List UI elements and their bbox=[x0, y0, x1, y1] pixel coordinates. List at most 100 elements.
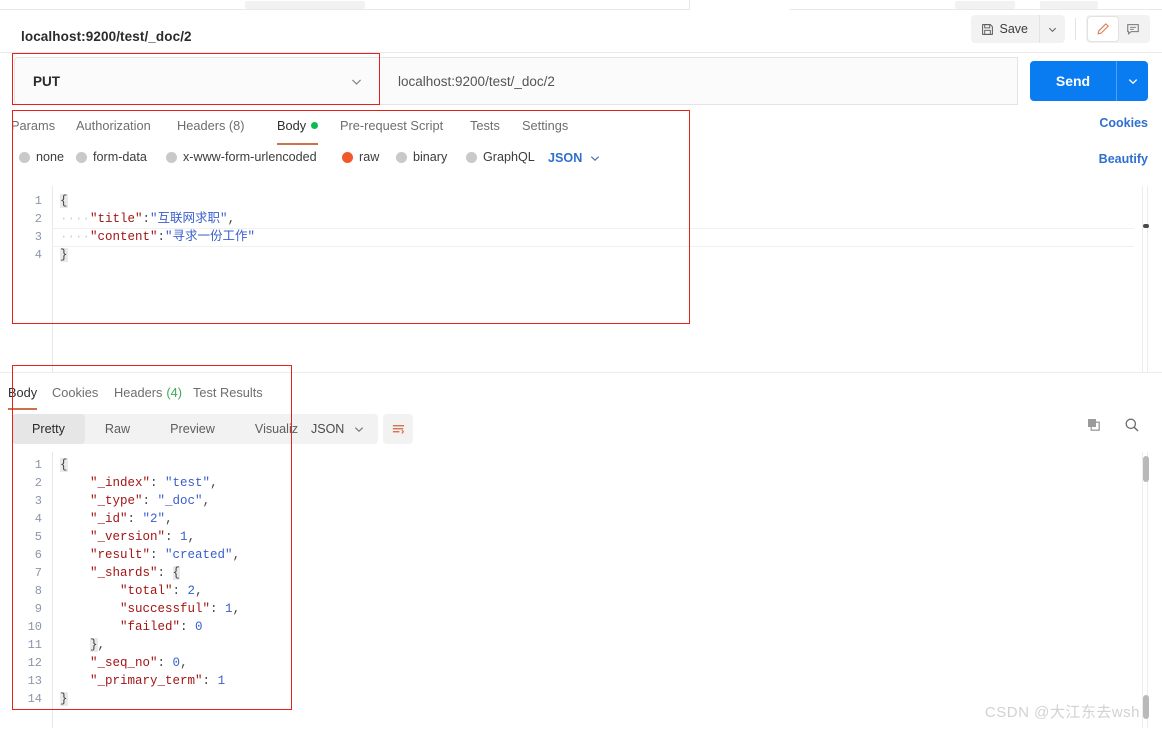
code-token: "result" bbox=[90, 548, 151, 562]
code-token: 1 bbox=[225, 602, 233, 616]
tab-params[interactable]: Params bbox=[11, 112, 55, 138]
chevron-down-icon bbox=[353, 423, 365, 435]
code-line[interactable]: "_primary_term": 1 bbox=[60, 672, 225, 690]
tab-body[interactable]: Body bbox=[277, 112, 319, 145]
code-line[interactable]: } bbox=[60, 690, 68, 708]
cookies-link[interactable]: Cookies bbox=[1099, 116, 1148, 130]
chevron-down-icon bbox=[589, 152, 601, 164]
code-token: "title" bbox=[90, 212, 143, 226]
line-number: 10 bbox=[27, 620, 42, 634]
body-type-raw[interactable]: raw bbox=[342, 150, 379, 164]
code-token: 0 bbox=[172, 656, 181, 670]
edit-mode-button[interactable] bbox=[1088, 17, 1118, 41]
response-tab-headers[interactable]: Headers (4) bbox=[114, 380, 182, 404]
body-format-dropdown[interactable]: JSON bbox=[548, 151, 601, 165]
line-number: 2 bbox=[34, 212, 42, 226]
line-number: 1 bbox=[34, 194, 42, 208]
code-token: 0 bbox=[195, 620, 203, 634]
tab-pre-request-script[interactable]: Pre-request Script bbox=[340, 112, 443, 138]
code-token: { bbox=[172, 566, 181, 580]
line-number: 4 bbox=[34, 248, 42, 262]
search-icon[interactable] bbox=[1124, 417, 1140, 433]
url-input[interactable]: localhost:9200/test/_doc/2 bbox=[379, 57, 1018, 105]
body-type-graphql[interactable]: GraphQL bbox=[466, 150, 535, 164]
code-token: } bbox=[90, 638, 98, 652]
tab-headers[interactable]: Headers (8) bbox=[177, 112, 245, 138]
response-view-preview[interactable]: Preview bbox=[150, 414, 235, 444]
tab-label: Headers bbox=[114, 384, 163, 400]
code-line[interactable]: "_shards": { bbox=[60, 564, 181, 582]
code-token: : bbox=[127, 512, 143, 526]
request-editor-scrollbar[interactable] bbox=[1142, 186, 1149, 372]
code-line[interactable]: "_seq_no": 0, bbox=[60, 654, 188, 672]
code-line[interactable]: } bbox=[60, 246, 68, 264]
code-line[interactable]: "result": "created", bbox=[60, 546, 240, 564]
code-line[interactable]: ····"title":"互联网求职", bbox=[60, 210, 235, 228]
code-line[interactable]: "_version": 1, bbox=[60, 528, 195, 546]
code-token: : bbox=[202, 674, 218, 688]
line-number: 8 bbox=[34, 584, 42, 598]
response-tab-body[interactable]: Body bbox=[8, 380, 38, 410]
code-line[interactable]: { bbox=[60, 192, 68, 210]
request-body-editor[interactable]: 1234 {····"title":"互联网求职", ····"content":… bbox=[0, 186, 1149, 372]
code-line[interactable]: }, bbox=[60, 636, 105, 654]
send-button[interactable]: Send bbox=[1030, 73, 1116, 89]
scrollbar-thumb-bottom[interactable] bbox=[1143, 695, 1149, 719]
send-options-button[interactable] bbox=[1116, 61, 1148, 101]
save-button[interactable]: Save bbox=[971, 15, 1040, 43]
body-type-urlencoded[interactable]: x-www-form-urlencoded bbox=[166, 150, 317, 164]
response-view-pretty[interactable]: Pretty bbox=[12, 414, 85, 444]
code-line[interactable]: { bbox=[60, 456, 68, 474]
code-line[interactable]: "_type": "_doc", bbox=[60, 492, 210, 510]
comment-button[interactable] bbox=[1118, 17, 1148, 41]
code-line[interactable]: "failed": 0 bbox=[60, 618, 203, 636]
beautify-link[interactable]: Beautify bbox=[1099, 152, 1148, 166]
tab-authorization[interactable]: Authorization bbox=[76, 112, 151, 138]
code-line[interactable]: "_index": "test", bbox=[60, 474, 218, 492]
body-type-form-data[interactable]: form-data bbox=[76, 150, 147, 164]
save-options-button[interactable] bbox=[1039, 15, 1065, 43]
radio-icon bbox=[466, 151, 477, 163]
response-editor-scrollbar[interactable] bbox=[1142, 452, 1149, 728]
response-tab-cookies[interactable]: Cookies bbox=[52, 380, 98, 404]
scrollbar-thumb[interactable] bbox=[1143, 224, 1149, 228]
code-line[interactable]: "_id": "2", bbox=[60, 510, 173, 528]
radio-icon bbox=[76, 151, 87, 163]
code-token: : bbox=[142, 212, 151, 226]
response-tab-test-results[interactable]: Test Results bbox=[193, 380, 263, 404]
postman-window: localhost:9200/test/_doc/2 Save PUT loca… bbox=[0, 0, 1162, 736]
tab-tests[interactable]: Tests bbox=[470, 112, 500, 138]
code-token: : bbox=[157, 230, 166, 244]
body-type-binary[interactable]: binary bbox=[396, 150, 447, 164]
body-modified-dot-icon bbox=[311, 121, 319, 129]
code-token: : bbox=[150, 548, 166, 562]
http-method-dropdown[interactable]: PUT bbox=[14, 57, 379, 105]
tab-settings[interactable]: Settings bbox=[522, 112, 568, 138]
code-token: , bbox=[232, 602, 241, 616]
response-code-area[interactable]: { "_index": "test", "_type": "_doc", "_i… bbox=[52, 452, 1148, 728]
response-format-dropdown[interactable]: JSON bbox=[298, 414, 379, 444]
word-wrap-button[interactable] bbox=[383, 414, 413, 444]
code-token: { bbox=[60, 458, 68, 472]
scrollbar-thumb-top[interactable] bbox=[1143, 456, 1149, 482]
tab-strip bbox=[0, 0, 1162, 10]
body-type-label: form-data bbox=[93, 150, 147, 164]
header-divider bbox=[1075, 18, 1076, 40]
request-code-area[interactable]: {····"title":"互联网求职", ····"content":"寻求一份… bbox=[52, 186, 1148, 372]
body-type-none[interactable]: none bbox=[19, 150, 64, 164]
body-type-label: GraphQL bbox=[483, 150, 535, 164]
response-view-switcher: Pretty Raw Preview Visualize bbox=[12, 414, 326, 444]
response-tab-bar: Body Cookies Headers(4) Test Results Sta… bbox=[0, 380, 1162, 410]
response-view-raw[interactable]: Raw bbox=[85, 414, 150, 444]
code-line[interactable]: ····"content":"寻求一份工作" bbox=[60, 228, 255, 246]
line-number: 9 bbox=[34, 602, 42, 616]
response-body-editor[interactable]: 1 2 3 4 5 6 7 8 9 10 11 12 13 14 { "_index": "test", … bbox=[0, 452, 1149, 728]
copy-icon[interactable] bbox=[1086, 417, 1102, 433]
code-line[interactable]: "successful": 1, bbox=[60, 600, 240, 618]
code-token: : bbox=[157, 566, 173, 580]
code-line[interactable]: "total": 2, bbox=[60, 582, 203, 600]
